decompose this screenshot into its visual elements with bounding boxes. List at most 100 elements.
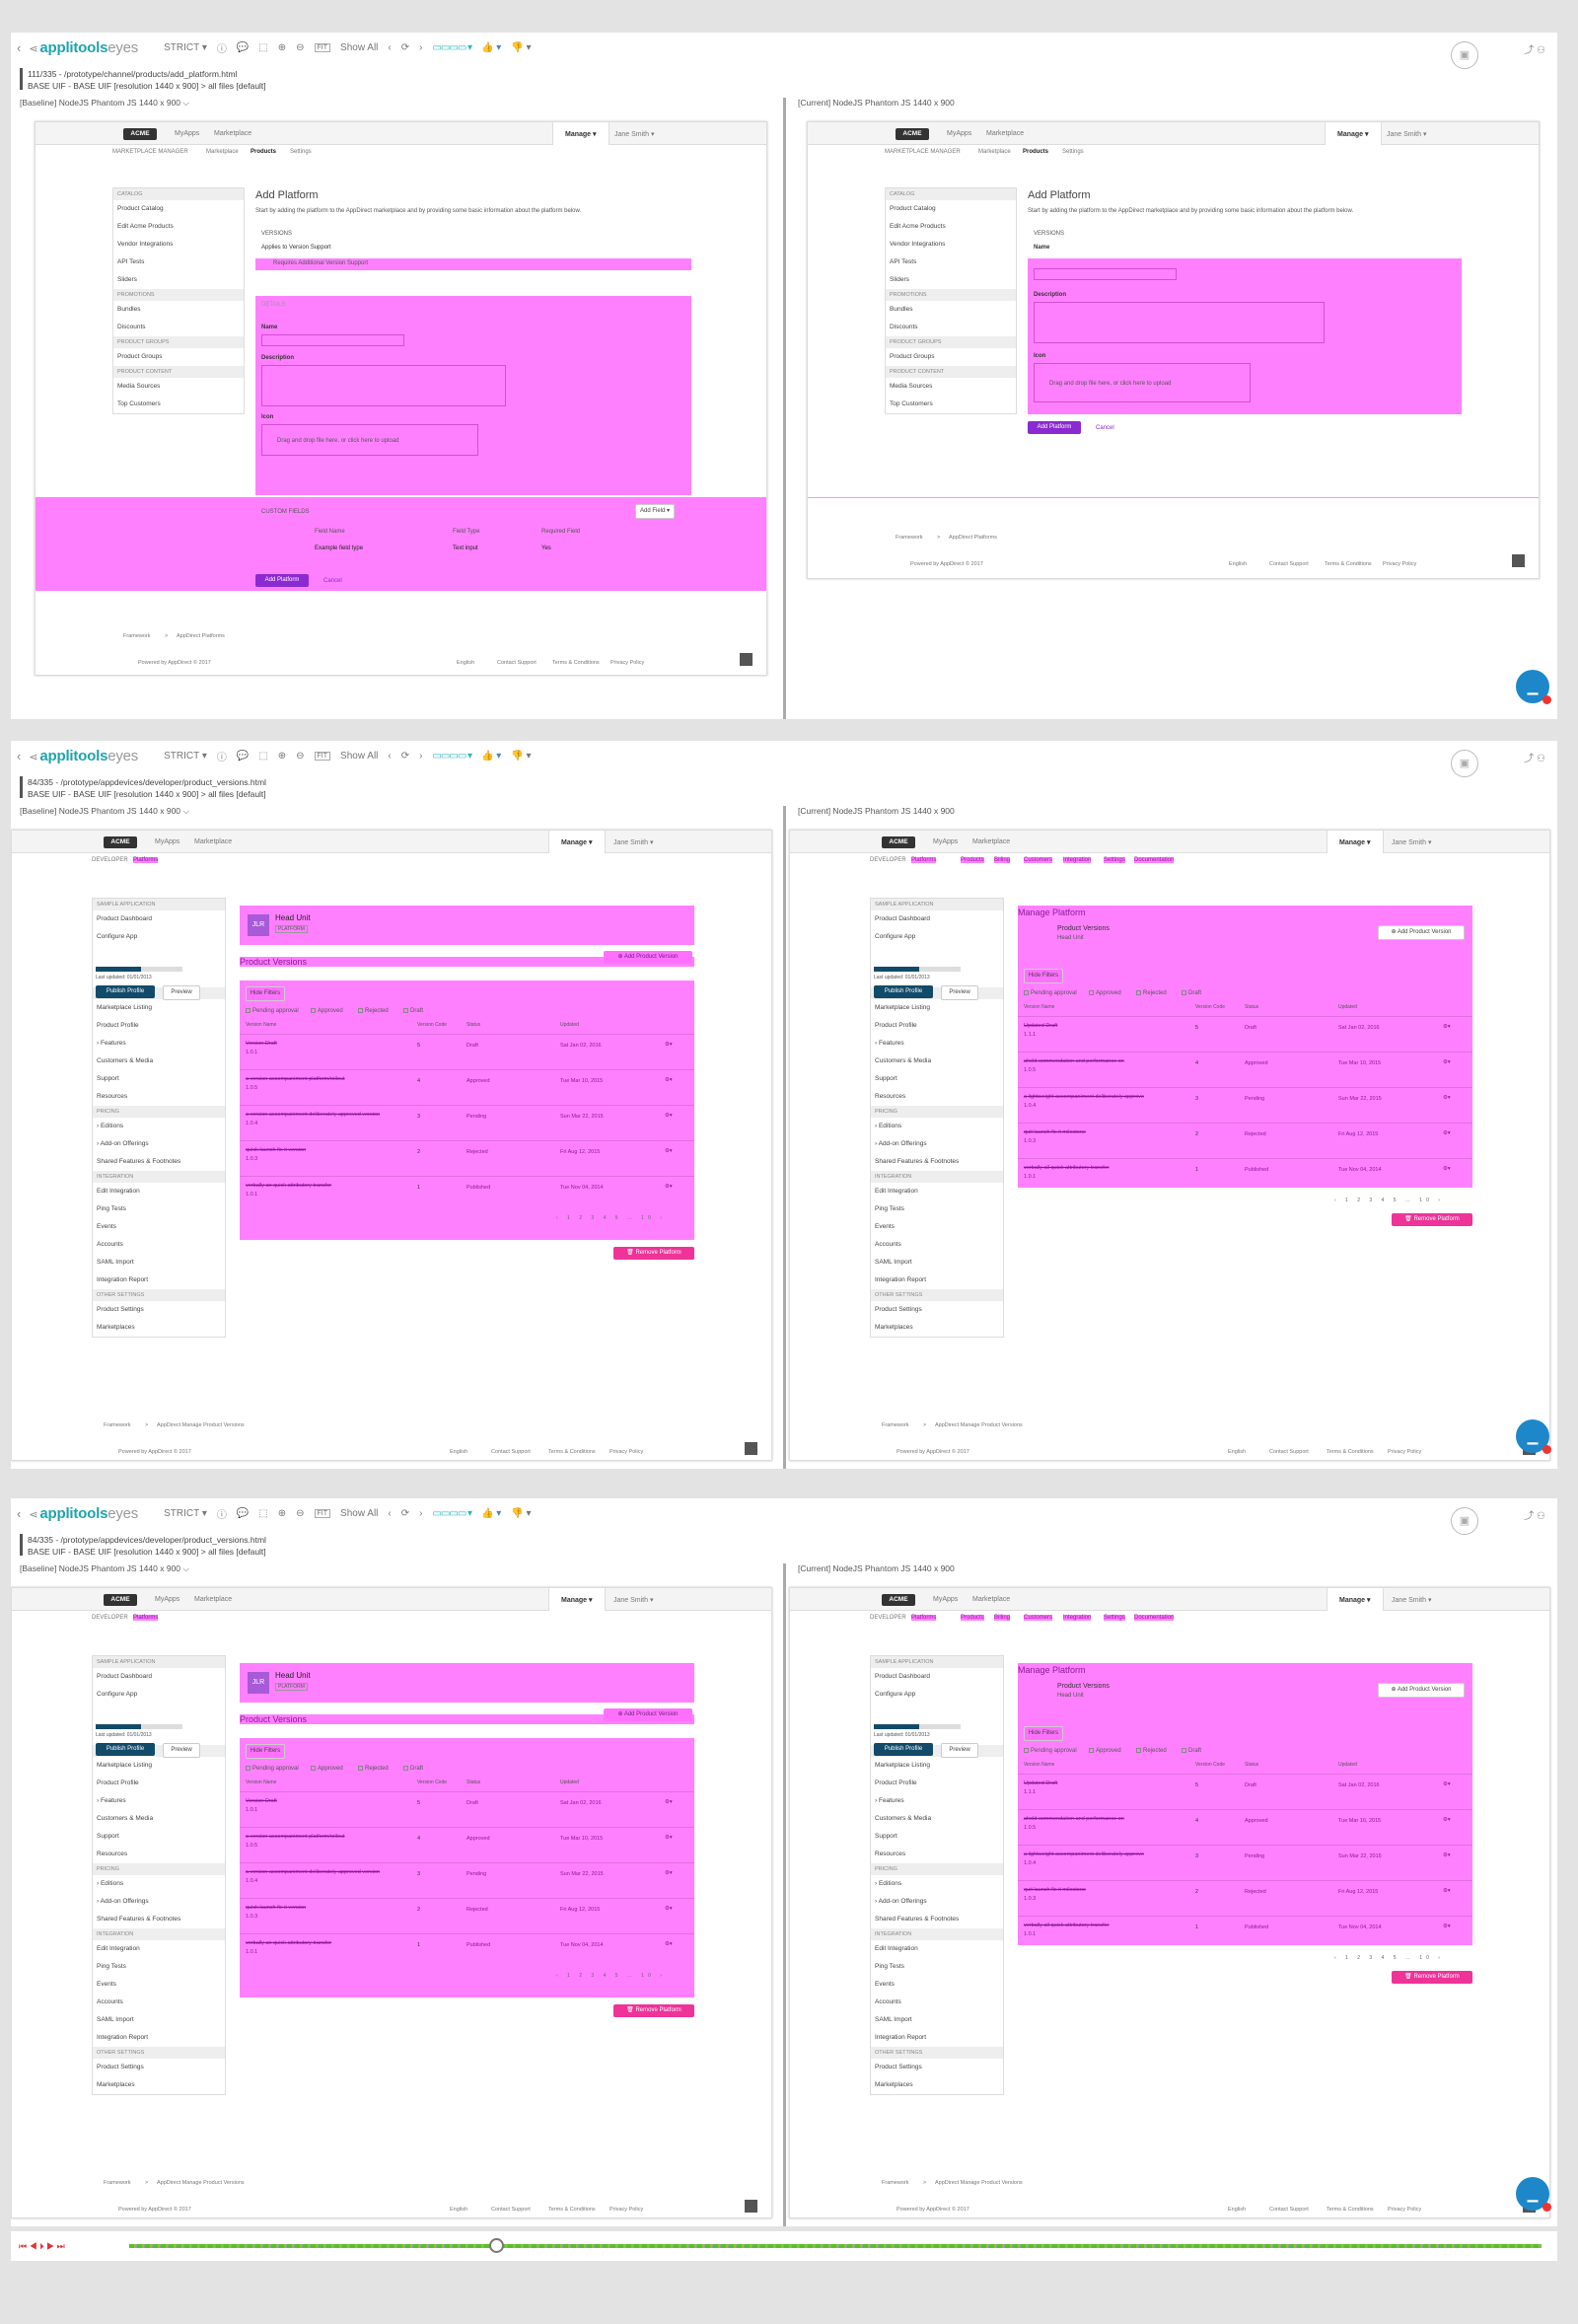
nav-myapps[interactable]: MyApps bbox=[155, 838, 179, 845]
sidebar-item[interactable]: Events bbox=[871, 1976, 1003, 1994]
subnav-platforms[interactable]: Platforms bbox=[133, 1615, 159, 1621]
refresh-icon[interactable]: ⟳ bbox=[401, 1508, 409, 1519]
remove-platform-button[interactable]: 🗑 Remove Platform bbox=[613, 2004, 694, 2017]
match-level-select[interactable]: STRICT ▾ bbox=[164, 751, 207, 762]
user-menu[interactable]: Jane Smith ▾ bbox=[613, 1596, 653, 1604]
footer-contact[interactable]: Contact Support bbox=[1269, 561, 1309, 567]
sidebar-item[interactable]: Discounts bbox=[886, 319, 1016, 336]
user-menu[interactable]: Jane Smith ▾ bbox=[1387, 130, 1426, 138]
sidebar-item[interactable]: Customers & Media bbox=[93, 1810, 225, 1828]
gear-icon[interactable]: ⚙▾ bbox=[665, 1042, 673, 1048]
gear-icon[interactable]: ⚙▾ bbox=[665, 1148, 673, 1154]
tab[interactable]: Platforms bbox=[911, 1615, 937, 1621]
footer-terms[interactable]: Terms & Conditions bbox=[1325, 561, 1372, 567]
gear-icon[interactable]: ⚙▾ bbox=[1443, 1817, 1451, 1823]
sidebar-item[interactable]: › Editions bbox=[93, 1118, 225, 1135]
gear-icon[interactable]: ⚙▾ bbox=[665, 1799, 673, 1805]
manage-menu[interactable]: Manage ▾ bbox=[1327, 1588, 1384, 1611]
checkbox[interactable] bbox=[1089, 990, 1094, 995]
playback-controls[interactable]: ⏮ ◀ ⏵ ▶ ⏭ bbox=[19, 2241, 65, 2252]
sidebar-item[interactable]: Media Sources bbox=[113, 378, 244, 396]
show-all-select[interactable]: Show All bbox=[340, 751, 378, 762]
checkbox[interactable] bbox=[1182, 990, 1186, 995]
pagination[interactable]: ‹ 1 2 3 4 5 … 10 › bbox=[556, 1215, 666, 1221]
user-menu[interactable]: Jane Smith ▾ bbox=[613, 838, 653, 846]
tab[interactable]: Integration bbox=[1063, 857, 1092, 863]
footer-terms[interactable]: Terms & Conditions bbox=[548, 2207, 596, 2213]
docs-icon[interactable] bbox=[740, 653, 753, 666]
panel-divider[interactable] bbox=[783, 98, 786, 719]
sidebar-item[interactable]: Marketplaces bbox=[871, 2076, 1003, 2094]
acme-logo[interactable]: ACME bbox=[882, 1594, 915, 1606]
filter-filter_rejected[interactable]: Rejected bbox=[1136, 1748, 1167, 1754]
pagination[interactable]: ‹ 1 2 3 4 5 … 10 › bbox=[1334, 1955, 1444, 1961]
gear-icon[interactable]: ⚙▾ bbox=[665, 1835, 673, 1841]
sidebar-item[interactable]: Product Groups bbox=[113, 348, 244, 366]
sidebar-item[interactable]: Integration Report bbox=[871, 1271, 1003, 1289]
checkbox[interactable] bbox=[1136, 990, 1141, 995]
gear-icon[interactable]: ⚙▾ bbox=[1443, 1095, 1451, 1101]
checkbox[interactable] bbox=[1182, 1748, 1186, 1753]
checkbox[interactable] bbox=[246, 1766, 251, 1771]
sidebar-item[interactable]: Shared Features & Footnotes bbox=[93, 1911, 225, 1928]
checkbox[interactable] bbox=[311, 1008, 316, 1013]
thumbs-down-icon[interactable]: 👎 ▾ bbox=[511, 42, 531, 53]
footer-breadcrumb[interactable]: AppDirect Manage Product Versions bbox=[157, 2180, 245, 2186]
description-input[interactable] bbox=[261, 365, 506, 406]
table-row[interactable]: verbally an quick attributory transfer 1.… bbox=[240, 1933, 694, 1969]
sidebar-item[interactable]: Product Catalog bbox=[886, 200, 1016, 218]
footer-language[interactable]: English bbox=[450, 2207, 467, 2213]
sidebar-item[interactable]: › Editions bbox=[871, 1875, 1003, 1893]
sidebar-item[interactable]: Resources bbox=[93, 1088, 225, 1106]
subnav-marketplace[interactable]: Marketplace bbox=[978, 149, 1011, 155]
checkbox[interactable] bbox=[1024, 1748, 1029, 1753]
table-row[interactable]: quit launch fix it milestone 1.0.3 2 Reject… bbox=[1018, 1880, 1472, 1916]
footer-contact[interactable]: Contact Support bbox=[491, 2207, 531, 2213]
table-row[interactable]: Updated Draft 1.1.1 5 Draft Sat Jan 02, 2016… bbox=[1018, 1774, 1472, 1809]
cancel-link[interactable]: Cancel bbox=[323, 578, 342, 584]
zoom-in-icon[interactable]: ⊕ bbox=[278, 751, 286, 762]
filter-filter_pending[interactable]: Pending approval bbox=[246, 1766, 299, 1772]
sidebar-item[interactable]: › Features bbox=[871, 1792, 1003, 1810]
footer-privacy[interactable]: Privacy Policy bbox=[610, 1449, 643, 1455]
sidebar-item[interactable]: Shared Features & Footnotes bbox=[93, 1153, 225, 1171]
subnav-settings[interactable]: Settings bbox=[1062, 149, 1084, 155]
subnav-manager[interactable]: MARKETPLACE MANAGER bbox=[885, 149, 961, 155]
manage-menu[interactable]: Manage ▾ bbox=[548, 831, 606, 853]
sidebar-item[interactable]: Accounts bbox=[871, 1994, 1003, 2011]
sidebar-item[interactable]: Marketplace Listing bbox=[871, 1757, 1003, 1775]
gear-icon[interactable]: ⚙▾ bbox=[665, 1941, 673, 1947]
sidebar-item[interactable]: Support bbox=[93, 1828, 225, 1846]
preview-button[interactable]: Preview bbox=[163, 985, 200, 1000]
table-row[interactable]: a version accompaniment platform/rollout… bbox=[240, 1069, 694, 1105]
sidebar-item[interactable]: Bundles bbox=[886, 301, 1016, 319]
filter-filter_approved[interactable]: Approved bbox=[311, 1766, 343, 1772]
footer-privacy[interactable]: Privacy Policy bbox=[610, 660, 644, 666]
add-product-version-button[interactable]: ⊕ Add Product Version bbox=[604, 951, 692, 964]
gear-icon[interactable]: ⚙▾ bbox=[1443, 1024, 1451, 1030]
checkbox[interactable] bbox=[403, 1766, 408, 1771]
zoom-out-icon[interactable]: ⊖ bbox=[296, 1508, 304, 1519]
info-icon[interactable]: ⓘ bbox=[217, 40, 227, 55]
subnav-manager[interactable]: MARKETPLACE MANAGER bbox=[112, 149, 188, 155]
footer-contact[interactable]: Contact Support bbox=[1269, 2207, 1309, 2213]
sidebar-item[interactable]: Product Dashboard bbox=[93, 1668, 225, 1686]
sidebar-item[interactable]: Ping Tests bbox=[871, 1958, 1003, 1976]
footer-breadcrumb[interactable]: AppDirect Manage Product Versions bbox=[935, 2180, 1023, 2186]
sidebar-item[interactable]: › Add-on Offerings bbox=[93, 1893, 225, 1911]
table-row[interactable]: a version accompaniment platform/rollout… bbox=[240, 1827, 694, 1862]
filter-filter_approved[interactable]: Approved bbox=[311, 1008, 343, 1014]
acme-logo[interactable]: ACME bbox=[123, 128, 157, 140]
add-platform-button[interactable]: Add Platform bbox=[255, 574, 309, 587]
footer-privacy[interactable]: Privacy Policy bbox=[1383, 561, 1416, 567]
footer-language[interactable]: English bbox=[1229, 561, 1247, 567]
table-row[interactable]: quick launch fix it version 1.0.3 2 Rejecte… bbox=[240, 1898, 694, 1933]
gear-icon[interactable]: ⚙▾ bbox=[665, 1870, 673, 1876]
layout-icon[interactable]: ▭▭▭▭ ▾ bbox=[432, 1508, 472, 1519]
preview-button[interactable]: Preview bbox=[163, 1743, 200, 1758]
sidebar-item[interactable]: Customers & Media bbox=[871, 1053, 1003, 1070]
sidebar-item[interactable]: API Tests bbox=[113, 254, 244, 271]
filter-filter_rejected[interactable]: Rejected bbox=[358, 1008, 389, 1014]
footer-framework[interactable]: Framework bbox=[104, 1422, 131, 1428]
sidebar-item[interactable]: Edit Integration bbox=[871, 1183, 1003, 1200]
